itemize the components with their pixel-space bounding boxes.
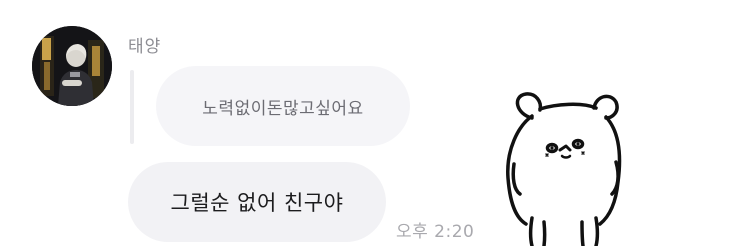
reply-message-bubble[interactable]: 그럴순 없어 친구야 — [128, 162, 386, 242]
reply-message-text: 그럴순 없어 친구야 — [170, 191, 344, 215]
white-bear-sticker-icon — [506, 92, 622, 248]
quoted-message-text: 노력없이돈많고싶어요 — [202, 98, 364, 119]
sender-name: 태양 — [128, 37, 162, 57]
reply-quote-bar — [130, 70, 134, 144]
quoted-message-bubble[interactable]: 노력없이돈많고싶어요 — [156, 66, 410, 146]
bear-sticker[interactable] — [492, 86, 642, 248]
message-timestamp: 오후 2:20 — [396, 222, 475, 242]
avatar-photo-icon — [32, 26, 112, 106]
sender-avatar[interactable] — [32, 26, 112, 106]
